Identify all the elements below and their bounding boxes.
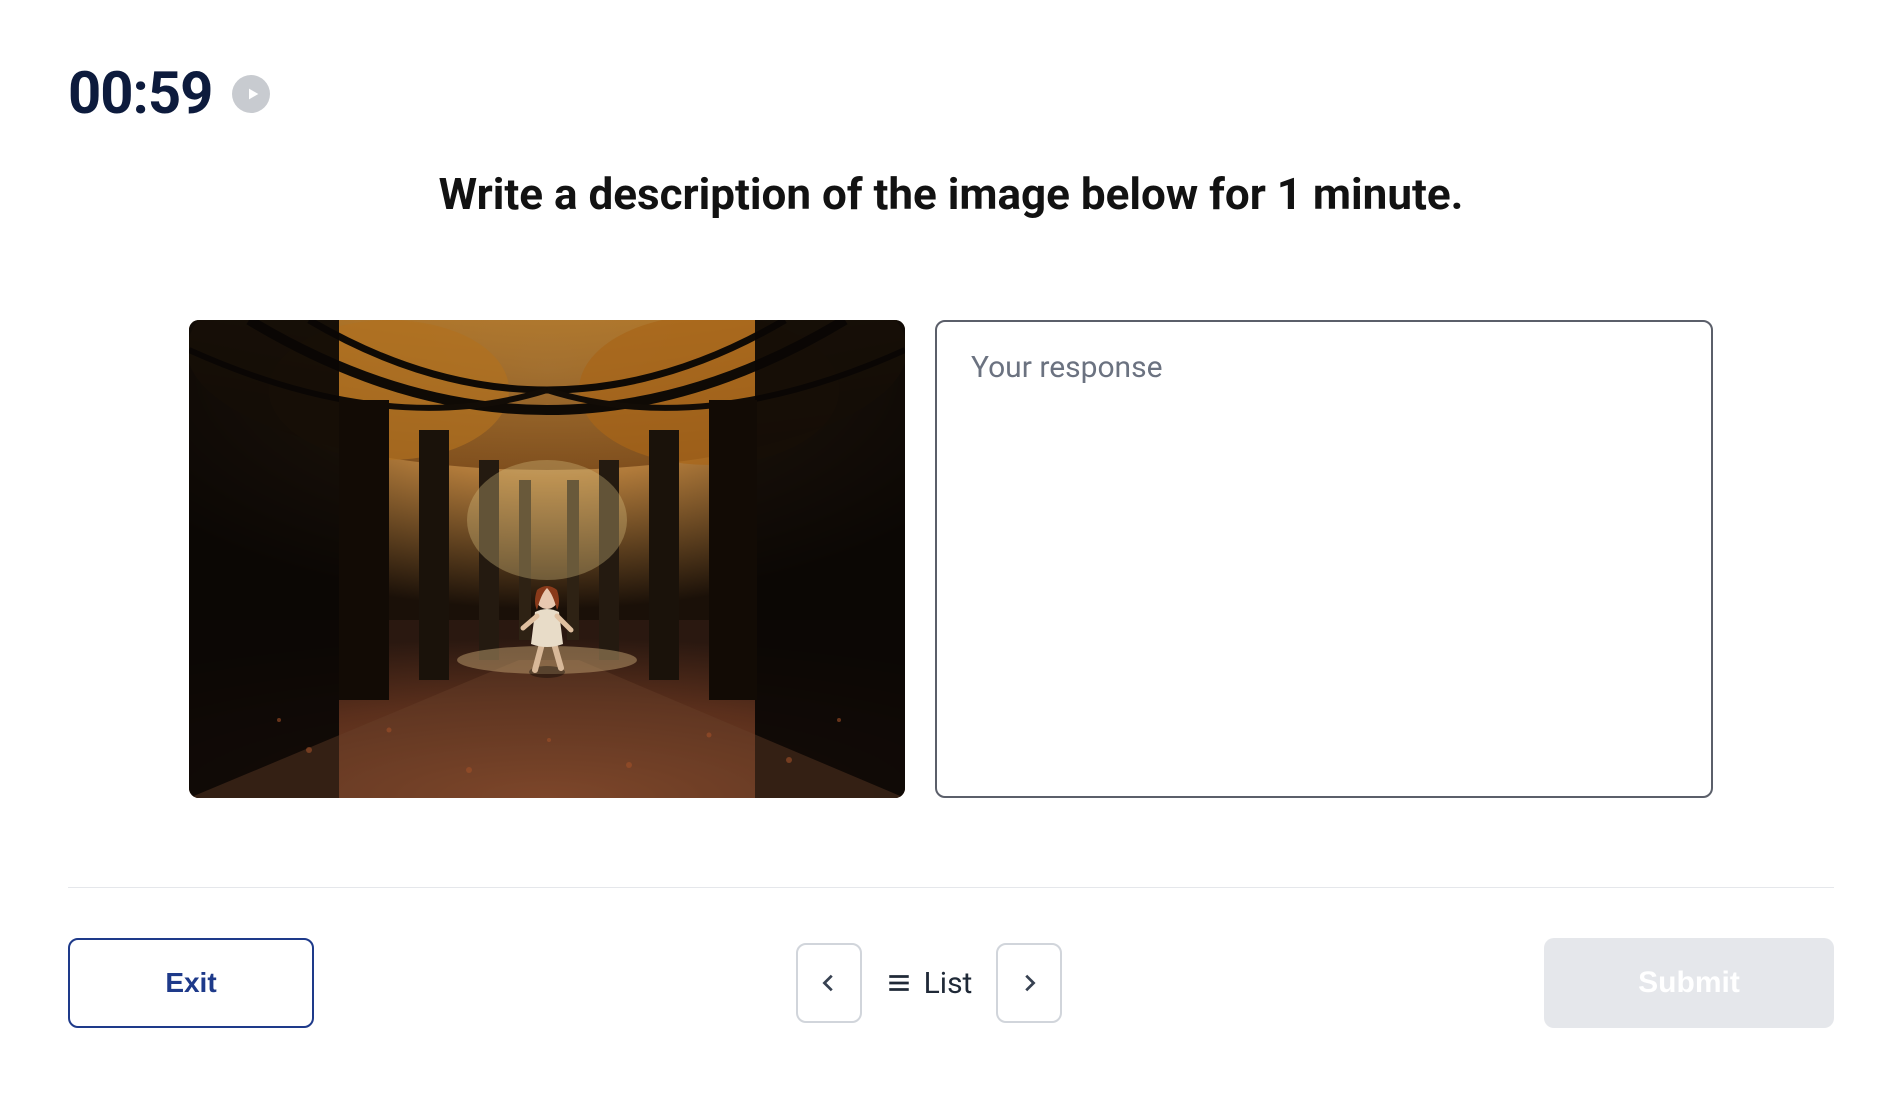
prompt-text: Write a description of the image below f… <box>68 168 1834 220</box>
prompt-image <box>189 320 905 798</box>
list-button[interactable]: List <box>886 966 973 1001</box>
list-icon <box>886 970 912 996</box>
prev-button[interactable] <box>796 943 862 1023</box>
list-label: List <box>924 966 973 1001</box>
chevron-left-icon <box>818 972 840 994</box>
exit-label: Exit <box>165 967 216 999</box>
play-icon <box>245 86 261 102</box>
exit-button[interactable]: Exit <box>68 938 314 1028</box>
timer-display: 00:59 <box>68 60 212 128</box>
response-container <box>935 320 1713 798</box>
next-button[interactable] <box>996 943 1062 1023</box>
submit-button[interactable]: Submit <box>1544 938 1834 1028</box>
nav-group: List <box>796 943 1063 1023</box>
chevron-right-icon <box>1018 972 1040 994</box>
content-row <box>68 320 1834 798</box>
footer-bar: Exit List Submit <box>68 887 1834 1028</box>
play-button[interactable] <box>232 75 270 113</box>
timer-row: 00:59 <box>68 60 1834 128</box>
submit-label: Submit <box>1638 966 1740 1000</box>
response-input[interactable] <box>971 350 1677 768</box>
